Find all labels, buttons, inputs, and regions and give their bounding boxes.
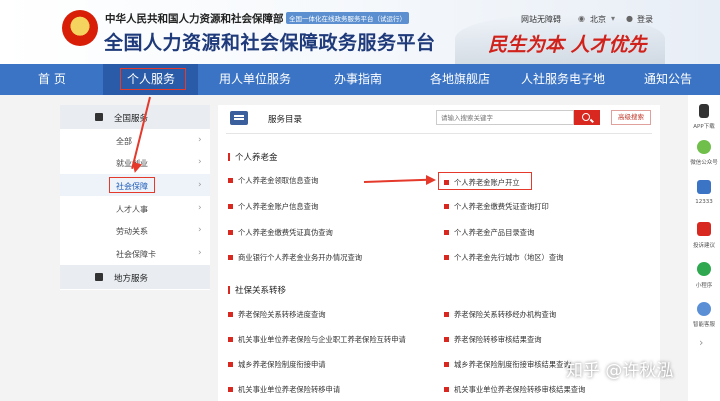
section-title-transfer: 社保关系转移 [228, 284, 286, 296]
service-link[interactable]: 机关事业单位养老保险转移审核结果查询 [444, 385, 585, 395]
toolbar-label: 智能客服 [692, 322, 715, 328]
bullet-icon [228, 337, 233, 342]
sidebar-item-all[interactable]: 全部 [116, 136, 132, 147]
service-link[interactable]: 个人养老金先行城市（地区）查询 [444, 253, 563, 263]
chevron-right-icon: › [198, 180, 202, 190]
bullet-icon [228, 362, 233, 367]
highlight-box-account-open [438, 172, 532, 190]
service-link[interactable]: 个人养老金缴费凭证真伪查询 [228, 228, 333, 238]
toolbar-label: 微信公众号 [690, 160, 718, 166]
service-link[interactable]: 商业银行个人养老金业务开办情况查询 [228, 253, 362, 263]
service-link[interactable]: 城乡养老保险制度衔接申请 [228, 360, 326, 370]
watermark: 知乎 @许秋泓 [566, 361, 674, 381]
chevron-right-icon[interactable]: › [699, 336, 703, 349]
nav-home[interactable]: 首 页 [38, 64, 66, 95]
slogan: 民生为本 人才优先 [488, 34, 647, 56]
service-link[interactable]: 个人养老金领取信息查询 [228, 176, 318, 186]
location-selector[interactable]: 北京 [590, 14, 606, 25]
nav-service-map[interactable]: 人社服务电子地 [521, 64, 605, 95]
sidebar-section-title: 地方服务 [114, 274, 149, 284]
sidebar [60, 105, 210, 290]
toolbar-label: 投诉建议 [692, 243, 715, 249]
toolbar-label: 12333 [695, 199, 713, 205]
highlight-box-nav [120, 68, 186, 90]
chevron-right-icon: › [198, 135, 202, 145]
service-link[interactable]: 个人养老金缴费凭证查询打印 [444, 202, 549, 212]
bullet-icon [444, 230, 449, 235]
user-icon: ● [626, 14, 633, 23]
service-link[interactable]: 养老保险关系转移进度查询 [228, 310, 326, 320]
catalog-icon [230, 111, 248, 125]
chevron-right-icon: › [198, 157, 202, 167]
chevron-right-icon: › [198, 248, 202, 258]
accessibility-link[interactable]: 网站无障碍 [521, 14, 561, 25]
nav-employer-services[interactable]: 用人单位服务 [219, 64, 291, 95]
nav-local-stores[interactable]: 各地旗舰店 [430, 64, 490, 95]
site-title: 全国人力资源和社会保障政务服务平台 [104, 32, 436, 54]
feedback-icon[interactable] [697, 222, 711, 236]
service-link[interactable]: 城乡养老保险制度衔接审核结果查询 [444, 360, 571, 370]
bullet-icon [444, 255, 449, 260]
search-input[interactable] [436, 110, 574, 125]
divider [226, 133, 652, 134]
bullet-icon [228, 255, 233, 260]
national-emblem-icon [62, 10, 98, 46]
nav-guide[interactable]: 办事指南 [334, 64, 382, 95]
service-link[interactable]: 个人养老金产品目录查询 [444, 228, 534, 238]
location-pin-icon: ◉ [578, 14, 585, 23]
login-link[interactable]: 登录 [637, 14, 653, 25]
org-name: 中华人民共和国人力资源和社会保障部 [105, 13, 284, 25]
bullet-icon [444, 387, 449, 392]
phone-hotline-icon[interactable] [697, 180, 711, 194]
sidebar-item-talent[interactable]: 人才人事 [116, 204, 148, 215]
wechat-icon[interactable] [697, 140, 711, 154]
app-download-icon[interactable] [699, 104, 709, 118]
highlight-box-sidebar [109, 177, 155, 193]
service-link[interactable]: 个人养老金账户信息查询 [228, 202, 318, 212]
arrowhead-icon [426, 175, 436, 185]
mini-program-icon[interactable] [697, 262, 711, 276]
bullet-icon [228, 230, 233, 235]
chevron-down-icon: ▾ [611, 14, 616, 23]
service-link[interactable]: 养老保险关系转移经办机构查询 [444, 310, 556, 320]
bullet-icon [444, 362, 449, 367]
search-button[interactable] [574, 110, 600, 125]
bullet-icon [444, 204, 449, 209]
sidebar-item-labor[interactable]: 劳动关系 [116, 226, 148, 237]
nav-notices[interactable]: 通知公告 [644, 64, 692, 95]
bullet-icon [444, 312, 449, 317]
chevron-right-icon: › [198, 203, 202, 213]
service-link[interactable]: 养老保险转移审核结果查询 [444, 335, 542, 345]
main-title: 服务目录 [268, 115, 303, 125]
toolbar-label: APP下载 [693, 124, 715, 130]
smart-assistant-icon[interactable] [697, 302, 711, 316]
sidebar-item-ss-card[interactable]: 社会保障卡 [116, 249, 156, 260]
platform-badge: 全国一体化在线政务服务平台（试运行） [286, 12, 409, 24]
section-title-personal-pension: 个人养老金 [228, 151, 278, 163]
bullet-icon [228, 178, 233, 183]
toolbar-label: 小程序 [695, 283, 713, 289]
bullet-icon [228, 204, 233, 209]
advanced-search-button[interactable]: 高级搜索 [611, 110, 651, 125]
bullet-icon [228, 312, 233, 317]
bullet-icon [444, 337, 449, 342]
bullet-icon [228, 387, 233, 392]
service-link[interactable]: 机关事业单位养老保险转移申请 [228, 385, 340, 395]
local-service-icon [95, 273, 103, 281]
service-link[interactable]: 机关事业单位养老保险与企业职工养老保险互转申请 [228, 335, 406, 345]
national-service-icon [95, 113, 103, 121]
chevron-right-icon: › [198, 225, 202, 235]
